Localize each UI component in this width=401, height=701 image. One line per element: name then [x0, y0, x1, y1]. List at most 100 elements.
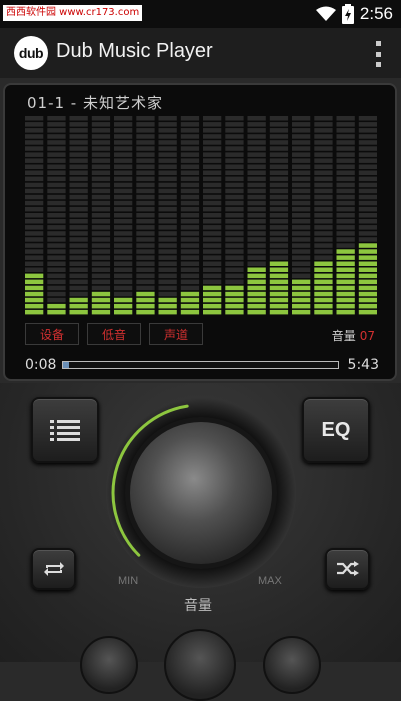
spectrum-segment-lit — [336, 309, 355, 315]
spectrum-segment — [25, 267, 44, 272]
spectrum-segment — [114, 188, 133, 194]
spectrum-segment — [292, 261, 311, 266]
spectrum-segment — [269, 249, 289, 254]
previous-button[interactable] — [80, 636, 138, 694]
spectrum-bar — [114, 116, 133, 315]
spectrum-segment-lit — [336, 273, 355, 279]
spectrum-segment — [114, 225, 133, 230]
spectrum-segment — [225, 255, 244, 260]
spectrum-segment — [269, 231, 289, 236]
app-bar: dub Dub Music Player — [0, 28, 401, 78]
spectrum-segment — [136, 273, 155, 279]
spectrum-segment — [91, 200, 111, 206]
spectrum-segment — [158, 182, 177, 188]
spectrum-segment — [269, 213, 289, 218]
spectrum-segment — [358, 231, 377, 236]
spectrum-segment — [358, 158, 377, 163]
spectrum-segment-lit — [269, 309, 289, 315]
spectrum-segment — [47, 267, 66, 272]
spectrum-segment — [358, 237, 377, 242]
spectrum-segment — [25, 122, 44, 127]
spectrum-segment — [336, 134, 355, 139]
spectrum-bar — [203, 116, 222, 315]
spectrum-segment — [158, 146, 177, 151]
spectrum-segment — [314, 164, 333, 169]
spectrum-segment-lit — [25, 309, 44, 315]
spectrum-segment — [91, 206, 111, 212]
spectrum-segment-lit — [91, 297, 111, 303]
spectrum-segment — [136, 243, 155, 248]
next-button[interactable] — [263, 636, 321, 694]
spectrum-segment-lit — [247, 279, 266, 285]
spectrum-segment — [114, 116, 133, 121]
spectrum-segment — [69, 267, 88, 272]
spectrum-segment-lit — [91, 291, 111, 297]
seek-bar[interactable] — [62, 361, 339, 369]
spectrum-segment-lit — [136, 291, 155, 297]
spectrum-segment — [25, 231, 44, 236]
eq-channel-button[interactable]: 声道 — [149, 323, 203, 345]
spectrum-segment — [225, 128, 244, 133]
spectrum-segment — [91, 176, 111, 182]
spectrum-segment — [114, 140, 133, 145]
eq-device-button[interactable]: 设备 — [25, 323, 79, 345]
spectrum-segment — [114, 200, 133, 206]
spectrum-segment — [25, 200, 44, 206]
spectrum-segment — [47, 152, 66, 157]
spectrum-segment — [136, 219, 155, 224]
spectrum-segment — [69, 261, 88, 266]
spectrum-segment — [269, 146, 289, 151]
spectrum-segment — [158, 219, 177, 224]
spectrum-segment — [136, 194, 155, 200]
spectrum-segment-lit — [247, 267, 266, 272]
spectrum-segment — [114, 182, 133, 188]
spectrum-segment — [91, 261, 111, 266]
spectrum-segment-lit — [69, 309, 88, 315]
spectrum-segment — [203, 200, 222, 206]
spectrum-segment-lit — [336, 279, 355, 285]
spectrum-segment — [114, 146, 133, 151]
playlist-button[interactable] — [31, 397, 99, 463]
spectrum-segment — [225, 152, 244, 157]
shuffle-button[interactable] — [325, 548, 370, 590]
spectrum-segment — [203, 255, 222, 260]
spectrum-segment — [314, 237, 333, 242]
spectrum-segment-lit — [247, 297, 266, 303]
spectrum-segment-lit — [114, 309, 133, 315]
spectrum-segment — [180, 122, 200, 127]
spectrum-segment — [114, 285, 133, 291]
spectrum-segment-lit — [269, 267, 289, 272]
spectrum-segment — [180, 206, 200, 212]
spectrum-segment — [47, 273, 66, 279]
spectrum-segment — [358, 134, 377, 139]
overflow-menu-icon[interactable] — [373, 41, 383, 67]
spectrum-segment-lit — [136, 309, 155, 315]
spectrum-segment — [180, 267, 200, 272]
spectrum-segment-lit — [292, 303, 311, 309]
spectrum-segment — [180, 170, 200, 175]
spectrum-segment — [336, 194, 355, 200]
spectrum-segment — [180, 200, 200, 206]
spectrum-segment — [91, 128, 111, 133]
menu-dot — [375, 41, 381, 46]
spectrum-segment — [180, 219, 200, 224]
spectrum-segment — [47, 243, 66, 248]
spectrum-segment — [336, 237, 355, 242]
spectrum-segment — [336, 188, 355, 194]
spectrum-segment — [91, 285, 111, 291]
spectrum-segment — [69, 134, 88, 139]
spectrum-segment — [158, 285, 177, 291]
spectrum-segment — [25, 261, 44, 266]
play-button[interactable] — [164, 629, 236, 701]
eq-button[interactable]: EQ — [302, 397, 370, 463]
spectrum-segment-lit — [136, 303, 155, 309]
spectrum-segment — [180, 231, 200, 236]
spectrum-segment — [25, 237, 44, 242]
spectrum-segment — [158, 243, 177, 248]
eq-bass-button[interactable]: 低音 — [87, 323, 141, 345]
spectrum-segment — [314, 146, 333, 151]
spectrum-segment-lit — [314, 273, 333, 279]
spectrum-segment — [136, 170, 155, 175]
volume-knob[interactable] — [101, 393, 301, 593]
repeat-button[interactable] — [31, 548, 76, 590]
